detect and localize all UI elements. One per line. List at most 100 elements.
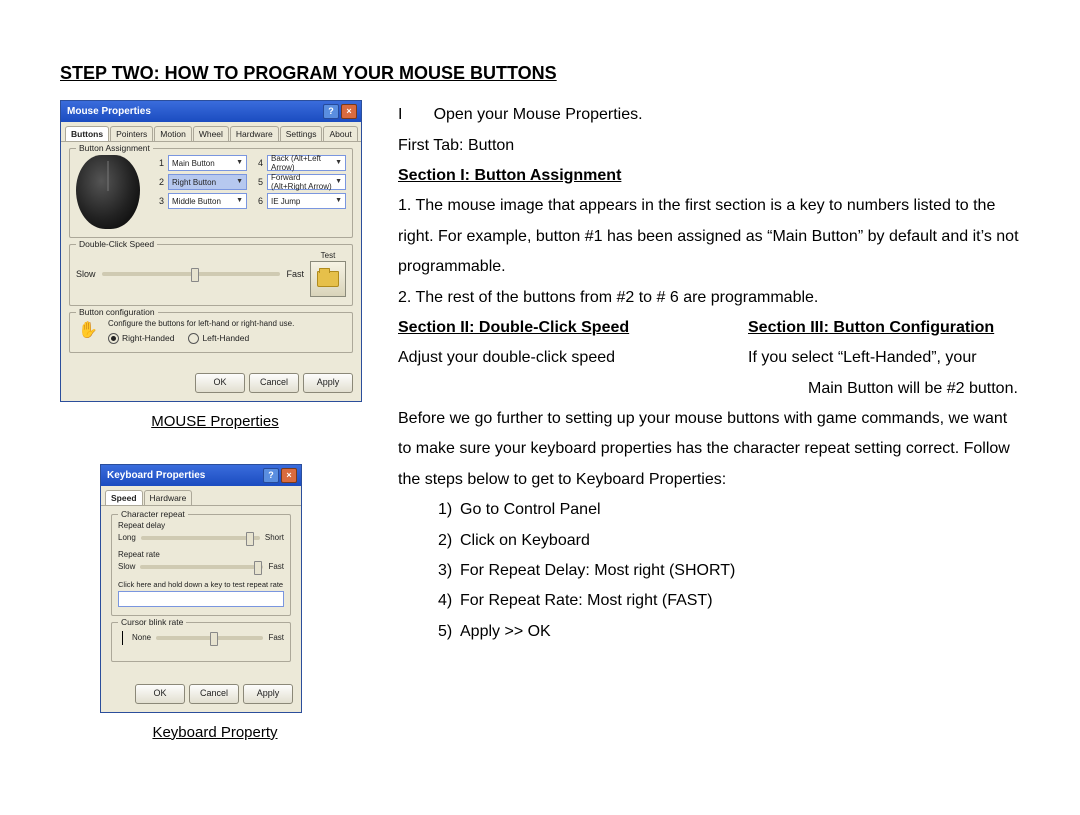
tab-wheel[interactable]: Wheel <box>193 126 229 141</box>
section-1-heading: Section I: Button Assignment <box>398 161 1020 191</box>
group-legend: Button Assignment <box>76 143 153 153</box>
chevron-down-icon: ▼ <box>236 178 243 186</box>
section-2-body: Adjust your double-click speed <box>398 343 748 373</box>
list-text: Go to Control Panel <box>460 501 601 518</box>
apply-button[interactable]: Apply <box>303 373 353 393</box>
list-text: Click on Keyboard <box>460 532 590 549</box>
tab-buttons[interactable]: Buttons <box>65 126 109 141</box>
assign-combo-2[interactable]: Right Button ▼ <box>168 174 247 190</box>
radio-dot-off <box>188 333 199 344</box>
repeat-test-hint: Click here and hold down a key to test r… <box>118 580 284 589</box>
list-item: 1)Go to Control Panel <box>438 495 1020 525</box>
radio-label: Left-Handed <box>202 333 249 343</box>
tab-hardware[interactable]: Hardware <box>230 126 279 141</box>
tab-about[interactable]: About <box>323 126 357 141</box>
assign-value-2: Right Button <box>172 178 216 188</box>
cancel-button[interactable]: Cancel <box>249 373 299 393</box>
right-column: I Open your Mouse Properties. First Tab:… <box>398 100 1020 647</box>
list-text: For Repeat Delay: Most right (SHORT) <box>460 562 735 579</box>
section-3-body-2: Main Button will be #2 button. <box>748 374 1018 404</box>
short-label: Short <box>265 533 284 543</box>
tab-motion[interactable]: Motion <box>154 126 192 141</box>
chevron-down-icon: ▼ <box>335 197 342 205</box>
assign-combo-4[interactable]: Back (Alt+Left Arrow)▼ <box>267 155 346 171</box>
apply-button[interactable]: Apply <box>243 684 293 704</box>
keyboard-intro-para: Before we go further to setting up your … <box>398 404 1020 495</box>
mouse-properties-window: Mouse Properties ? × Buttons Pointers Mo… <box>60 100 362 401</box>
double-click-slider[interactable] <box>102 272 281 276</box>
assign-value-5: Forward (Alt+Right Arrow) <box>271 173 335 192</box>
open-line-1: I Open your Mouse Properties. <box>398 100 1020 130</box>
repeat-rate-slider[interactable] <box>140 565 263 569</box>
list-text: For Repeat Rate: Most right (FAST) <box>460 592 713 609</box>
assign-combo-6[interactable]: IE Jump▼ <box>267 193 346 209</box>
group-double-click: Double-Click Speed Slow Fast Test <box>69 244 353 306</box>
tab-settings[interactable]: Settings <box>280 126 323 141</box>
assign-combo-5[interactable]: Forward (Alt+Right Arrow)▼ <box>267 174 346 190</box>
ok-button[interactable]: OK <box>195 373 245 393</box>
assign-num-3: 3 <box>156 196 164 207</box>
test-label: Test <box>310 251 346 261</box>
help-icon[interactable]: ? <box>323 104 339 119</box>
keyboard-properties-window: Keyboard Properties ? × Speed Hardware C… <box>100 464 302 713</box>
group-legend: Button configuration <box>76 307 158 317</box>
list-num: 4) <box>438 586 460 616</box>
caption-mouse: MOUSE Properties <box>60 408 370 437</box>
group-char-repeat: Character repeat Repeat delay Long Short… <box>111 514 291 615</box>
slow-label: Slow <box>118 562 135 572</box>
tabs: Speed Hardware <box>101 486 301 506</box>
two-column-layout: Mouse Properties ? × Buttons Pointers Mo… <box>60 100 1020 775</box>
folder-icon <box>317 271 339 287</box>
list-text: Apply >> OK <box>460 623 551 640</box>
assign-num-4: 4 <box>255 158 263 169</box>
radio-left-handed[interactable]: Left-Handed <box>188 333 249 344</box>
window-title: Keyboard Properties <box>107 470 205 482</box>
assign-value-3: Middle Button <box>172 197 221 207</box>
ok-button[interactable]: OK <box>135 684 185 704</box>
tab-pointers[interactable]: Pointers <box>110 126 153 141</box>
group-button-assignment: Button Assignment 1Main Button▼ 4Back (A… <box>69 148 353 238</box>
help-icon[interactable]: ? <box>263 468 279 483</box>
list-item: 2)Click on Keyboard <box>438 526 1020 556</box>
section-2-heading: Section II: Double-Click Speed <box>398 313 748 343</box>
section-3-body-1: If you select “Left-Handed”, your <box>748 343 977 373</box>
list-item: 3)For Repeat Delay: Most right (SHORT) <box>438 556 1020 586</box>
test-area[interactable] <box>310 261 346 297</box>
mouse-image <box>76 155 140 229</box>
tab-hardware[interactable]: Hardware <box>144 490 193 505</box>
repeat-test-input[interactable] <box>118 591 284 607</box>
fast-label: Fast <box>268 633 284 643</box>
list-item: 5)Apply >> OK <box>438 617 1020 647</box>
config-hint: Configure the buttons for left-hand or r… <box>108 319 294 329</box>
window-titlebar: Mouse Properties ? × <box>61 101 361 122</box>
tab-speed[interactable]: Speed <box>105 490 143 505</box>
radio-dot-on <box>108 333 119 344</box>
list-num: 5) <box>438 617 460 647</box>
para-2: 2. The rest of the buttons from #2 to # … <box>398 283 1020 313</box>
section-3-heading: Section III: Button Configuration <box>748 313 994 343</box>
group-blink-rate: Cursor blink rate None Fast <box>111 622 291 662</box>
list-num: 2) <box>438 526 460 556</box>
chevron-down-icon: ▼ <box>335 178 342 186</box>
close-icon[interactable]: × <box>281 468 297 483</box>
assign-combo-3[interactable]: Middle Button ▼ <box>168 193 247 209</box>
assign-num-1: 1 <box>156 158 164 169</box>
group-legend: Double-Click Speed <box>76 239 157 249</box>
repeat-delay-slider[interactable] <box>141 536 260 540</box>
cancel-button[interactable]: Cancel <box>189 684 239 704</box>
long-label: Long <box>118 533 136 543</box>
tabs: Buttons Pointers Motion Wheel Hardware S… <box>61 122 361 142</box>
chevron-down-icon: ▼ <box>335 159 342 167</box>
chevron-down-icon: ▼ <box>236 197 243 205</box>
list-num: 3) <box>438 556 460 586</box>
chevron-down-icon: ▼ <box>236 159 243 167</box>
assign-num-5: 5 <box>255 177 263 188</box>
group-legend: Cursor blink rate <box>118 617 186 627</box>
radio-right-handed[interactable]: Right-Handed <box>108 333 174 344</box>
blink-rate-slider[interactable] <box>156 636 263 640</box>
assign-combo-1[interactable]: Main Button▼ <box>168 155 247 171</box>
page-title: STEP TWO: HOW TO PROGRAM YOUR MOUSE BUTT… <box>60 56 1020 90</box>
close-icon[interactable]: × <box>341 104 357 119</box>
radio-label: Right-Handed <box>122 333 174 343</box>
list-num: 1) <box>438 495 460 525</box>
